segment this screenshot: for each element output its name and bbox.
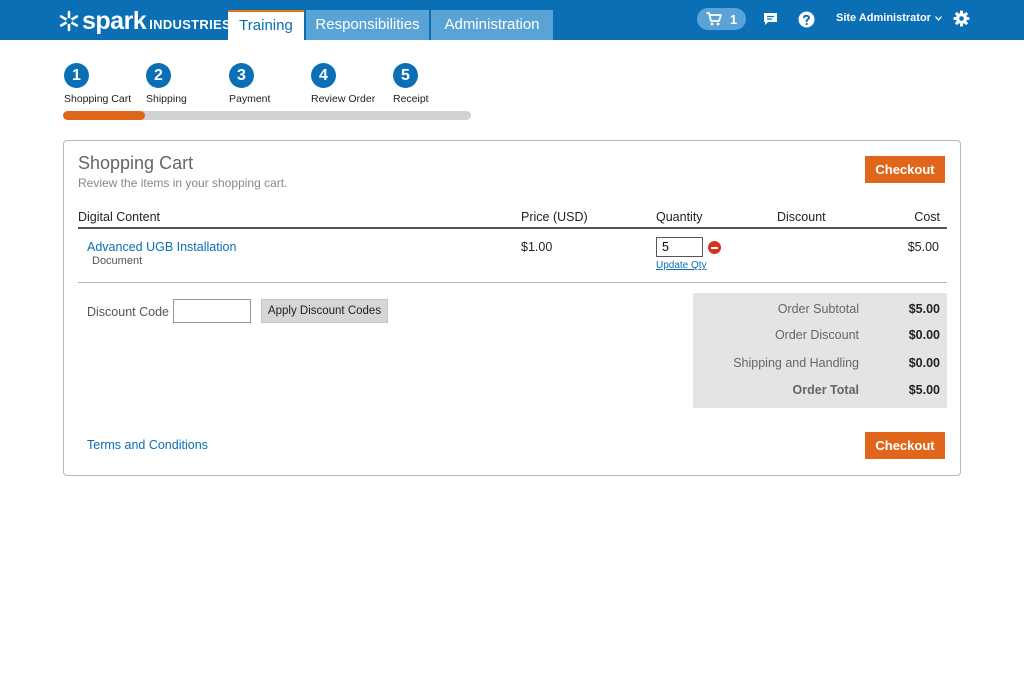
step-payment: 3 Payment [229,63,309,105]
subtotal-label: Order Subtotal [777,302,859,316]
logo[interactable]: spark INDUSTRIES [58,6,231,36]
user-name: Site Administrator [836,12,931,24]
shipping-value: $0.00 [908,356,940,370]
apply-discount-button[interactable]: Apply Discount Codes [261,299,388,323]
checkout-button-top[interactable]: Checkout [865,156,945,183]
step-label: Review Order [311,93,376,105]
cart-count: 1 [729,11,738,27]
step-number: 4 [311,63,336,88]
step-number: 2 [146,63,171,88]
page-title: Shopping Cart [78,153,194,173]
item-price: $1.00 [521,240,553,254]
column-header-discount: Discount [777,210,826,224]
step-label: Shipping [146,93,187,105]
table-header-divider [78,227,947,229]
shopping-cart-panel: Shopping Cart Review the items in your s… [63,140,961,476]
gear-icon [953,10,969,26]
step-label: Shopping Cart [64,93,132,105]
order-totals: Order Subtotal $5.00 Order Discount $0.0… [693,293,947,408]
top-nav-bar: spark INDUSTRIES Training Responsibiliti… [0,0,1024,40]
checkout-button-bottom[interactable]: Checkout [865,432,945,459]
column-header-cost: Cost [914,210,940,224]
step-label: Receipt [393,93,429,105]
terms-and-conditions-link[interactable]: Terms and Conditions [87,438,208,452]
tab-training[interactable]: Training [228,10,304,40]
logo-subtitle: INDUSTRIES [149,16,231,32]
logo-word: spark [82,7,147,35]
user-menu[interactable]: Site Administrator [836,12,942,24]
step-receipt: 5 Receipt [393,63,473,105]
item-type: Document [92,255,143,267]
update-qty-link[interactable]: Update Qty [656,260,707,271]
column-header-quantity: Quantity [656,210,703,224]
discount-code-label: Discount Code [87,305,169,319]
item-name-link[interactable]: Advanced UGB Installation [87,240,236,254]
step-review-order: 4 Review Order [311,63,391,105]
step-shopping-cart: 1 Shopping Cart [64,63,144,105]
item-cost: $5.00 [907,240,939,254]
remove-item-icon[interactable] [708,241,721,254]
step-number: 5 [393,63,418,88]
cart-icon [706,12,722,26]
cart-button[interactable]: 1 [697,8,746,30]
table-row-divider [78,282,947,283]
snowflake-icon [59,10,79,32]
settings-button[interactable] [952,9,970,27]
subtotal-value: $5.00 [908,302,940,316]
step-shipping: 2 Shipping [146,63,226,105]
shipping-label: Shipping and Handling [733,356,859,370]
tab-responsibilities[interactable]: Responsibilities [306,10,429,40]
order-discount-label: Order Discount [774,328,859,342]
quantity-input[interactable] [656,237,703,257]
chat-button[interactable] [761,10,779,28]
help-icon [798,11,814,27]
column-header-digital-content: Digital Content [78,210,160,224]
step-number: 1 [64,63,89,88]
chat-icon [763,13,777,25]
tab-administration[interactable]: Administration [431,10,553,40]
page-subtitle: Review the items in your shopping cart. [78,176,288,190]
chevron-down-icon [934,15,942,21]
help-button[interactable] [797,10,815,28]
order-total-value: $5.00 [908,383,940,397]
order-total-label: Order Total [792,383,859,397]
discount-code-input[interactable] [173,299,251,323]
step-number: 3 [229,63,254,88]
checkout-progress-fill [63,111,145,120]
step-label: Payment [229,93,271,105]
checkout-progress-bar [63,111,471,120]
order-discount-value: $0.00 [908,328,940,342]
column-header-price: Price (USD) [521,210,588,224]
